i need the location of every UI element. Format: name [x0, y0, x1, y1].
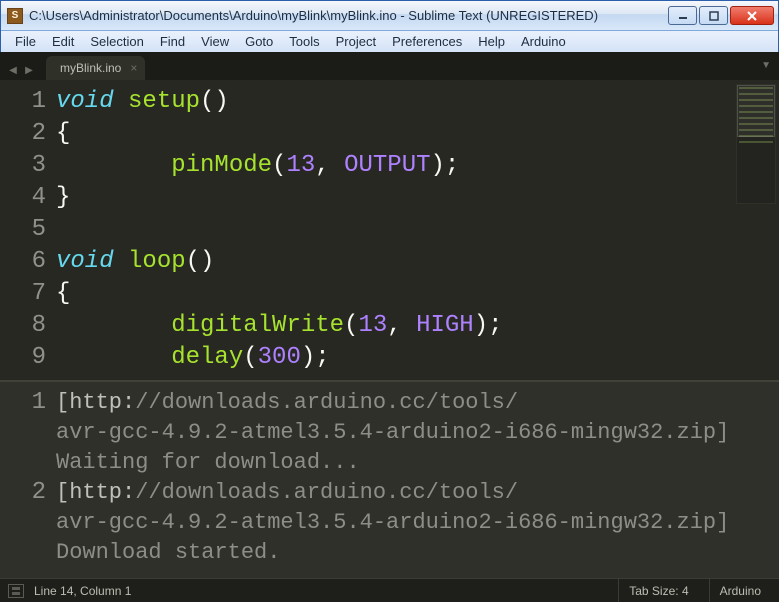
- code-area[interactable]: 123456789 void setup(){ pinMode(13, OUTP…: [0, 80, 779, 380]
- maximize-button[interactable]: [699, 6, 728, 25]
- code-line[interactable]: void loop(): [56, 246, 779, 278]
- line-number: 9: [0, 342, 46, 374]
- code-line[interactable]: delay(300);: [56, 342, 779, 374]
- output-line-number: 2: [0, 478, 46, 568]
- menu-preferences[interactable]: Preferences: [384, 32, 470, 51]
- code-body[interactable]: void setup(){ pinMode(13, OUTPUT);}void …: [56, 80, 779, 380]
- line-number: 2: [0, 118, 46, 150]
- tabbar: ◀ ▶ myBlink.ino × ▼: [0, 52, 779, 80]
- output-gutter: 12: [0, 382, 56, 578]
- output-entry: [http://downloads.arduino.cc/tools/avr-g…: [56, 478, 773, 568]
- code-line[interactable]: {: [56, 278, 779, 310]
- tab-history-back-icon[interactable]: ◀: [6, 64, 20, 76]
- window-controls: [668, 6, 774, 25]
- line-number: 7: [0, 278, 46, 310]
- window-title: C:\Users\Administrator\Documents\Arduino…: [29, 8, 668, 23]
- menu-goto[interactable]: Goto: [237, 32, 281, 51]
- line-number: 3: [0, 150, 46, 182]
- statusbar: Line 14, Column 1 Tab Size: 4 Arduino: [0, 578, 779, 602]
- tab-close-icon[interactable]: ×: [130, 61, 137, 75]
- menu-arduino[interactable]: Arduino: [513, 32, 574, 51]
- status-position[interactable]: Line 14, Column 1: [34, 584, 131, 598]
- tab-overflow-icon[interactable]: ▼: [761, 60, 771, 71]
- menu-project[interactable]: Project: [328, 32, 384, 51]
- code-line[interactable]: digitalWrite(13, HIGH);: [56, 310, 779, 342]
- minimize-button[interactable]: [668, 6, 697, 25]
- tab-myblink[interactable]: myBlink.ino ×: [46, 56, 145, 80]
- output-entry: [http://downloads.arduino.cc/tools/avr-g…: [56, 388, 773, 478]
- line-number: 8: [0, 310, 46, 342]
- menu-view[interactable]: View: [193, 32, 237, 51]
- line-number: 6: [0, 246, 46, 278]
- code-line[interactable]: {: [56, 118, 779, 150]
- app-icon: S: [7, 8, 23, 24]
- output-line-number: 1: [0, 388, 46, 478]
- code-line[interactable]: void setup(): [56, 86, 779, 118]
- menu-tools[interactable]: Tools: [281, 32, 327, 51]
- code-line[interactable]: [56, 214, 779, 246]
- line-gutter: 123456789: [0, 80, 56, 380]
- line-number: 1: [0, 86, 46, 118]
- tab-label: myBlink.ino: [60, 61, 121, 75]
- line-number: 5: [0, 214, 46, 246]
- status-tabsize[interactable]: Tab Size: 4: [618, 579, 698, 602]
- menu-file[interactable]: File: [7, 32, 44, 51]
- line-number: 4: [0, 182, 46, 214]
- tab-history-nav: ◀ ▶: [6, 64, 36, 80]
- menu-edit[interactable]: Edit: [44, 32, 82, 51]
- titlebar: S C:\Users\Administrator\Documents\Ardui…: [1, 1, 778, 31]
- menu-help[interactable]: Help: [470, 32, 513, 51]
- tab-history-forward-icon[interactable]: ▶: [22, 64, 36, 76]
- close-button[interactable]: [730, 6, 774, 25]
- code-line[interactable]: pinMode(13, OUTPUT);: [56, 150, 779, 182]
- menu-selection[interactable]: Selection: [82, 32, 151, 51]
- minimap[interactable]: [736, 84, 776, 204]
- panel-switcher-icon[interactable]: [8, 584, 24, 598]
- output-body[interactable]: [http://downloads.arduino.cc/tools/avr-g…: [56, 382, 779, 578]
- output-panel[interactable]: 12 [http://downloads.arduino.cc/tools/av…: [0, 380, 779, 578]
- editor-shell: ◀ ▶ myBlink.ino × ▼ 123456789 void setup…: [0, 52, 779, 602]
- menu-find[interactable]: Find: [152, 32, 193, 51]
- status-syntax[interactable]: Arduino: [709, 579, 771, 602]
- code-line[interactable]: }: [56, 182, 779, 214]
- menubar: File Edit Selection Find View Goto Tools…: [1, 31, 778, 53]
